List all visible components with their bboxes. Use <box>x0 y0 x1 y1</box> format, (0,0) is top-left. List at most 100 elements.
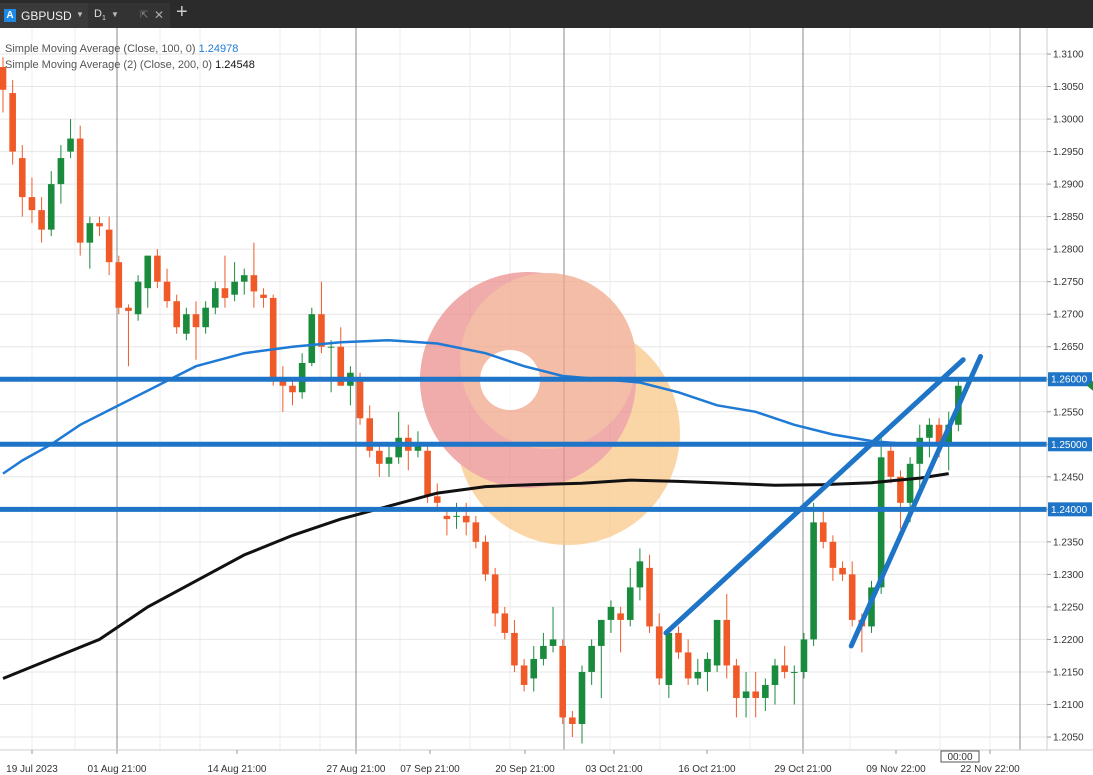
candle-body <box>752 691 759 698</box>
candle-body <box>742 691 750 698</box>
candle-body <box>491 574 499 614</box>
candle-body <box>38 210 45 230</box>
candle-body <box>424 450 431 497</box>
candle-body <box>433 496 441 503</box>
candle-body <box>887 450 895 477</box>
price-chart[interactable]: 1.3100 1.3050 1.3000 1.2950 1.2900 1.2850 1.28… <box>0 28 1093 775</box>
candle-body <box>105 229 113 263</box>
candle-body <box>906 463 914 503</box>
chevron-down-icon[interactable]: ▼ <box>111 10 119 19</box>
candle-body <box>482 541 489 575</box>
time-tick-label: 27 Aug 21:00 <box>327 764 386 775</box>
candle-body <box>134 281 142 315</box>
price-tick-label: 1.3000 <box>1053 115 1084 126</box>
plus-icon[interactable]: + <box>176 1 188 23</box>
candle-body <box>453 515 460 517</box>
price-tick-label: 1.2300 <box>1053 570 1084 581</box>
price-tick-label: 1.2650 <box>1053 342 1084 353</box>
time-tick-label: 20 Sep 21:00 <box>495 764 555 775</box>
candle-body <box>318 314 325 347</box>
time-tick-label: 14 Aug 21:00 <box>208 764 267 775</box>
candle-body <box>395 437 402 458</box>
popout-icon[interactable]: ⇱ <box>140 10 148 21</box>
timeframe-tab[interactable]: D 1 ▼ ⇱ ✕ <box>88 3 170 28</box>
candle-body <box>192 314 200 328</box>
price-tick-label: 1.2150 <box>1053 667 1084 678</box>
price-tick-label: 1.2100 <box>1053 700 1084 711</box>
candle-body <box>376 450 383 464</box>
candle-body <box>443 515 451 520</box>
candle-body <box>617 613 624 620</box>
close-icon[interactable]: ✕ <box>154 8 164 22</box>
indicator-legend: Simple Moving Average (Close, 100, 0) 1.… <box>5 41 255 73</box>
candle-body <box>665 632 673 685</box>
price-tick-label: 1.2950 <box>1053 147 1084 158</box>
candle-body <box>250 275 258 292</box>
price-axis-bg <box>1047 28 1093 775</box>
candle-body <box>231 281 238 295</box>
price-tick-label: 1.2800 <box>1053 245 1084 256</box>
candle-body <box>569 717 576 724</box>
candle-body <box>829 541 837 568</box>
candle-body <box>520 665 528 685</box>
candle-body <box>183 314 190 334</box>
candle-body <box>704 658 711 672</box>
symbol-tab[interactable]: A GBPUSD ▼ <box>0 3 90 28</box>
candle-body <box>511 632 518 666</box>
legend-sma100-value: 1.24978 <box>198 43 239 55</box>
candle-body <box>472 522 480 542</box>
price-tick-label: 1.2550 <box>1053 407 1084 418</box>
candle-body <box>154 255 161 282</box>
candle-body <box>559 645 566 718</box>
candle-body <box>588 645 595 672</box>
candle-body <box>501 613 509 633</box>
time-tick-label: 01 Aug 21:00 <box>88 764 147 775</box>
candle-body <box>289 385 296 393</box>
candle-body <box>810 522 817 640</box>
price-tick-label: 1.2050 <box>1053 732 1084 743</box>
time-tick-label: 29 Oct 21:00 <box>774 764 832 775</box>
time-tick-label: 19 Jul 2023 <box>6 764 58 775</box>
candle-body <box>771 665 779 685</box>
level-price-label: 1.26000 <box>1051 375 1088 386</box>
candle-body <box>327 346 335 348</box>
candle-body <box>47 184 55 230</box>
price-tick-label: 1.2900 <box>1053 180 1084 191</box>
candle-body <box>57 158 65 185</box>
candle-body <box>800 639 808 672</box>
candle-body <box>308 314 316 363</box>
candle-body <box>173 301 180 328</box>
price-tick-label: 1.3100 <box>1053 50 1084 61</box>
candle-body <box>578 671 586 724</box>
candle-body <box>848 574 856 620</box>
chevron-down-icon[interactable]: ▼ <box>76 10 84 19</box>
candle-body <box>385 457 393 464</box>
price-tick-label: 1.2700 <box>1053 310 1084 321</box>
candle-body <box>19 158 26 198</box>
candle-body <box>163 281 171 302</box>
candle-body <box>356 379 364 419</box>
candle-body <box>819 522 827 542</box>
time-tick-label: 16 Oct 21:00 <box>678 764 736 775</box>
time-tick-label: 09 Nov 22:00 <box>866 764 926 775</box>
candle-body <box>221 288 229 298</box>
candle-body <box>96 223 103 227</box>
chart-tab-bar: A GBPUSD ▼ D 1 ▼ ⇱ ✕ + <box>0 0 1093 28</box>
price-tick-label: 1.2250 <box>1053 602 1084 613</box>
candle-body <box>762 684 769 698</box>
candle-body <box>28 197 36 211</box>
candle-body <box>684 652 692 679</box>
legend-sma200-value: 1.24548 <box>215 59 255 71</box>
candle-body <box>598 619 605 646</box>
candle-body <box>86 223 94 243</box>
timeframe-label: D <box>94 8 102 20</box>
watermark-logo <box>420 272 680 545</box>
candle-body <box>260 294 267 298</box>
price-tick-label: 1.2200 <box>1053 635 1084 646</box>
candle-body <box>115 262 123 308</box>
crosshair-time-label: 00:00 <box>947 752 972 763</box>
candle-body <box>791 671 798 673</box>
candle-body <box>144 255 152 289</box>
candle-body <box>530 658 538 679</box>
price-axis: 1.3100 1.3050 1.3000 1.2950 1.2900 1.2850 1.28… <box>1046 28 1093 775</box>
